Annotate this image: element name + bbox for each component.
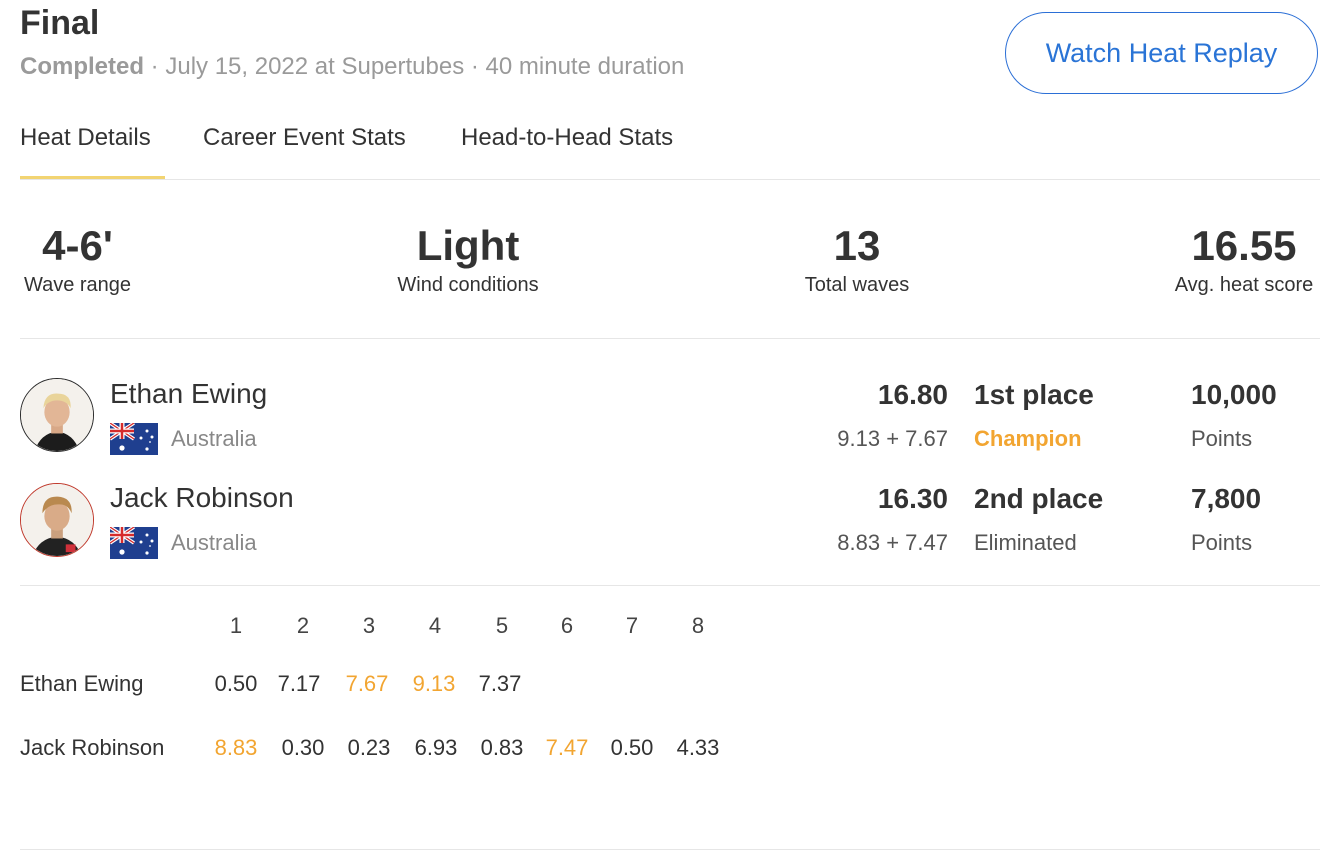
surfer-points-label: Points [1191,426,1253,451]
avatar[interactable] [20,378,94,452]
wave-score[interactable]: 7.37 [465,670,535,698]
surfer-result-badge: Eliminated [974,530,1077,555]
wave-score-counted[interactable]: 7.47 [532,734,602,762]
stat-label: Total waves [804,274,910,296]
results-divider [20,585,1320,586]
stat-value: 16.55 [1191,222,1297,269]
wave-number-header: 7 [625,613,639,638]
wave-number-header: 2 [296,613,310,638]
page-title: Final [20,4,100,42]
australia-flag-icon [110,423,158,455]
wave-number-header: 3 [362,613,376,638]
surfer-photo-icon [21,484,93,556]
surfer-name[interactable]: Jack Robinson [110,481,294,515]
wave-number-header: 5 [495,613,509,638]
heat-meta: Completed · July 15, 2022 at Supertubes … [20,52,684,82]
wave-number-header: 8 [691,613,705,638]
stat-wave-range: 4-6' Wave range [10,220,145,298]
surfer-heat-total: 16.80 [877,379,948,410]
surfer-points-label: Points [1191,530,1253,555]
surfer-country: Australia [171,426,257,451]
wave-score-counted[interactable]: 7.67 [332,670,402,698]
avatar[interactable] [20,483,94,557]
surfer-photo-icon [21,379,93,451]
wave-row-surfer-name: Jack Robinson [20,735,165,760]
surfer-place: 2nd place [974,483,1104,514]
bottom-divider [20,849,1320,850]
surfer-points: 10,000 [1191,379,1277,410]
tab-heat-details[interactable]: Heat Details [20,120,151,156]
wave-score[interactable]: 0.23 [334,734,404,762]
australia-flag-icon [110,527,158,559]
stat-wind-conditions: Light Wind conditions [378,220,558,298]
wave-score[interactable]: 0.30 [268,734,338,762]
wave-score[interactable]: 6.93 [401,734,471,762]
stat-avg-heat-score: 16.55 Avg. heat score [1164,220,1324,298]
heat-status: Completed [20,53,145,80]
wave-score[interactable]: 0.83 [467,734,537,762]
stat-total-waves: 13 Total waves [787,220,927,298]
stat-value: 13 [833,222,881,269]
wave-number-header: 1 [229,613,243,638]
surfer-points: 7,800 [1191,483,1262,514]
surfer-result-badge: Champion [974,426,1082,451]
wave-row-surfer-name: Ethan Ewing [20,671,144,696]
wave-score[interactable]: 7.17 [264,670,334,698]
tabs-divider [20,179,1320,180]
stat-value: 4-6' [42,222,113,269]
wave-number-header: 4 [428,613,442,638]
surfer-score-breakdown: 8.83 + 7.47 [837,530,948,555]
tab-career-event-stats[interactable]: Career Event Stats [203,120,406,156]
stat-label: Wind conditions [397,274,539,296]
heat-meta-details: · July 15, 2022 at Supertubes · 40 minut… [144,53,685,80]
tab-head-to-head-stats[interactable]: Head-to-Head Stats [461,120,673,156]
surfer-country: Australia [171,530,257,555]
surfer-place: 1st place [974,379,1094,410]
surfer-name[interactable]: Ethan Ewing [110,377,267,411]
wave-score[interactable]: 0.50 [201,670,271,698]
wave-score[interactable]: 0.50 [597,734,667,762]
stats-divider [20,338,1320,339]
surfer-heat-total: 16.30 [877,483,948,514]
wave-score-counted[interactable]: 9.13 [399,670,469,698]
wave-score-counted[interactable]: 8.83 [201,734,271,762]
stat-label: Avg. heat score [1174,274,1314,296]
wave-score[interactable]: 4.33 [663,734,733,762]
stat-label: Wave range [23,274,132,296]
stat-value: Light [416,222,520,269]
watch-heat-replay-button[interactable]: Watch Heat Replay [1005,12,1318,94]
wave-number-header: 6 [560,613,574,638]
surfer-score-breakdown: 9.13 + 7.67 [837,426,948,451]
